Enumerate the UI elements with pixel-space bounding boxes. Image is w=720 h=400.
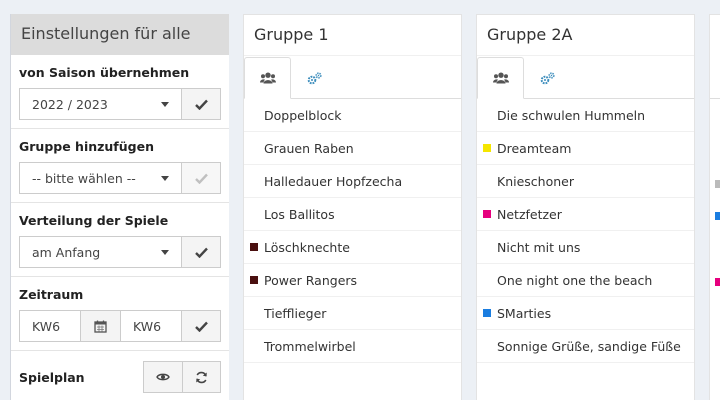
team-item[interactable]: Die schwulen Hummeln: [477, 99, 694, 132]
check-icon: [194, 247, 208, 258]
add-group-section: Gruppe hinzufügen -- bitte wählen --: [11, 129, 229, 203]
team-name: Halledauer Hopfzecha: [264, 173, 403, 189]
team-name: Nicht mit uns: [497, 239, 581, 255]
calendar-button[interactable]: [80, 310, 120, 342]
distribution-value: am Anfang: [32, 244, 101, 260]
eye-icon: [156, 373, 170, 381]
cogs-icon: [540, 71, 555, 84]
season-section: von Saison übernehmen 2022 / 2023: [11, 55, 229, 129]
caret-down-icon: [161, 176, 169, 181]
team-name: Los Ballitos: [264, 206, 335, 222]
add-group-label: Gruppe hinzufügen: [19, 139, 154, 154]
distribution-section: Verteilung der Spiele am Anfang: [11, 203, 229, 277]
group-title: Gruppe 2A: [477, 15, 694, 56]
tab-teams[interactable]: [244, 57, 291, 99]
check-icon: [194, 99, 208, 110]
team-item[interactable]: Grauen Raben: [244, 132, 461, 165]
team-item[interactable]: SMarties: [477, 297, 694, 330]
season-label: von Saison übernehmen: [19, 65, 190, 80]
add-group-button[interactable]: [181, 162, 221, 194]
team-color-marker: [715, 180, 720, 188]
cogs-icon: [307, 71, 322, 84]
team-name: SMarties: [497, 305, 552, 321]
group-tabs: [477, 56, 694, 99]
team-color-marker: [250, 243, 258, 251]
group-card: Gruppe 1 Doppelblock Grauen Raben Halled…: [243, 14, 462, 400]
period-apply-button[interactable]: [181, 310, 221, 342]
team-item[interactable]: Power Rangers: [244, 264, 461, 297]
team-name: Die schwulen Hummeln: [497, 107, 646, 123]
tab-settings[interactable]: [524, 57, 571, 99]
team-color-marker: [250, 276, 258, 284]
team-item[interactable]: Los Ballitos: [244, 198, 461, 231]
team-color-marker: [483, 309, 491, 317]
check-icon: [194, 321, 208, 332]
settings-panel: Einstellungen für alle von Saison überne…: [10, 14, 229, 400]
period-from-input[interactable]: KW6: [19, 310, 81, 342]
refresh-icon: [196, 371, 207, 383]
team-item[interactable]: Knieschoner: [477, 165, 694, 198]
group-title: Gruppe 1: [244, 15, 461, 56]
group-card-partial: [709, 14, 720, 400]
settings-title: Einstellungen für alle: [11, 14, 229, 55]
calendar-icon: [94, 320, 107, 333]
season-value: 2022 / 2023: [32, 96, 108, 112]
schedule-row: Spielplan: [11, 351, 229, 400]
team-item[interactable]: Trommelwirbel: [244, 330, 461, 363]
distribution-select[interactable]: am Anfang: [19, 236, 181, 268]
schedule-view-button[interactable]: [143, 361, 182, 393]
team-item[interactable]: Nicht mit uns: [477, 231, 694, 264]
tab-settings[interactable]: [291, 57, 338, 99]
team-list: Die schwulen Hummeln Dreamteam Knieschon…: [477, 99, 694, 363]
team-name: Löschknechte: [264, 239, 350, 255]
team-name: Dreamteam: [497, 140, 572, 156]
schedule-actions: [143, 361, 221, 393]
season-apply-button[interactable]: [181, 88, 221, 120]
period-to-input[interactable]: KW6: [119, 310, 182, 342]
tab-teams[interactable]: [477, 57, 524, 99]
tab-divider: [710, 98, 720, 99]
team-item[interactable]: Halledauer Hopfzecha: [244, 165, 461, 198]
add-group-placeholder: -- bitte wählen --: [32, 170, 136, 186]
users-icon: [259, 72, 276, 84]
caret-down-icon: [161, 250, 169, 255]
caret-down-icon: [161, 102, 169, 107]
team-name: Tiefflieger: [264, 305, 327, 321]
group-card: Gruppe 2A Die schwulen Hummeln Dreamteam…: [476, 14, 695, 400]
team-name: Grauen Raben: [264, 140, 354, 156]
team-item[interactable]: Sonnige Grüße, sandige Füße: [477, 330, 694, 363]
schedule-refresh-button[interactable]: [182, 361, 221, 393]
team-name: Netzfetzer: [497, 206, 562, 222]
season-select[interactable]: 2022 / 2023: [19, 88, 181, 120]
period-section: Zeitraum KW6 KW6: [11, 277, 229, 351]
period-label: Zeitraum: [19, 287, 84, 302]
team-color-marker: [715, 212, 720, 220]
distribution-apply-button[interactable]: [181, 236, 221, 268]
group-tabs: [244, 56, 461, 99]
team-item[interactable]: Tiefflieger: [244, 297, 461, 330]
team-item[interactable]: Dreamteam: [477, 132, 694, 165]
team-name: Knieschoner: [497, 173, 574, 189]
team-color-marker: [483, 144, 491, 152]
check-icon: [194, 173, 208, 184]
team-color-marker: [483, 210, 491, 218]
schedule-label: Spielplan: [19, 369, 85, 385]
distribution-label: Verteilung der Spiele: [19, 213, 169, 228]
team-item[interactable]: Löschknechte: [244, 231, 461, 264]
add-group-select[interactable]: -- bitte wählen --: [19, 162, 181, 194]
team-name: Sonnige Grüße, sandige Füße: [497, 338, 681, 354]
team-item[interactable]: One night one the beach: [477, 264, 694, 297]
team-list: Doppelblock Grauen Raben Halledauer Hopf…: [244, 99, 461, 363]
team-name: One night one the beach: [497, 272, 653, 288]
team-name: Doppelblock: [264, 107, 342, 123]
team-color-marker: [715, 278, 720, 286]
team-name: Power Rangers: [264, 272, 358, 288]
users-icon: [492, 72, 509, 84]
team-item[interactable]: Netzfetzer: [477, 198, 694, 231]
team-name: Trommelwirbel: [264, 338, 356, 354]
team-item[interactable]: Doppelblock: [244, 99, 461, 132]
